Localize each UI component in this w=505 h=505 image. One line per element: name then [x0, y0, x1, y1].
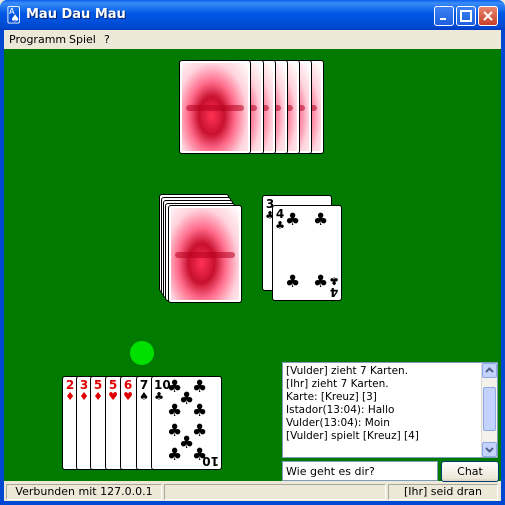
- stack-top-card[interactable]: [168, 205, 242, 303]
- minimize-button[interactable]: [434, 6, 454, 26]
- scroll-thumb[interactable]: [483, 387, 496, 431]
- chat-send-button[interactable]: Chat: [441, 461, 499, 482]
- card-rank: 4: [329, 285, 339, 299]
- status-bar: Verbunden mit 127.0.0.1 [Ihr] seid dran: [4, 482, 501, 501]
- maximize-icon: [460, 10, 472, 22]
- chevron-down-icon: [485, 447, 494, 453]
- minimize-icon: [440, 18, 446, 20]
- club-icon: ♣: [167, 401, 183, 421]
- diamond-icon: ♦: [93, 390, 103, 403]
- status-empty: [164, 484, 386, 500]
- diamond-icon: ♦: [79, 390, 89, 403]
- title-bar[interactable]: 🂡 Mau Dau Mau: [0, 0, 505, 30]
- menu-help[interactable]: ?: [104, 33, 110, 46]
- status-connection: Verbunden mit 127.0.0.1: [6, 484, 162, 500]
- discard-top-card: 4 ♣ ♣ ♣ ♣ ♣ 4 ♣: [272, 205, 342, 301]
- opponent-card: [179, 60, 251, 154]
- club-icon: ♣: [154, 390, 164, 403]
- heart-icon: ♥: [123, 390, 133, 403]
- club-icon: ♣: [329, 274, 339, 287]
- chat-scrollbar[interactable]: [481, 363, 497, 457]
- club-icon: ♣: [285, 210, 301, 230]
- club-icon: ♣: [275, 219, 285, 232]
- chat-line: [Vulder] zieht 7 Karten.: [286, 365, 409, 377]
- club-icon: ♣: [192, 377, 208, 397]
- chevron-up-icon: [485, 367, 494, 373]
- menu-spiel[interactable]: Spiel: [69, 33, 96, 46]
- close-icon: [483, 11, 493, 21]
- chat-lines: [Vulder] zieht 7 Karten. [Ihr] zieht 7 K…: [286, 365, 482, 443]
- club-icon: ♣: [285, 272, 301, 292]
- menu-bar: Programm Spiel ?: [4, 30, 501, 49]
- club-icon: ♣: [313, 272, 329, 292]
- scroll-down-button[interactable]: [482, 442, 497, 457]
- chat-line: Istador(13:04): Hallo: [286, 404, 395, 416]
- close-button[interactable]: [478, 6, 498, 26]
- card-rank: 10: [202, 454, 219, 468]
- diamond-icon: ♦: [65, 390, 75, 403]
- window-title: Mau Dau Mau: [26, 7, 126, 22]
- chat-line: [Ihr] zieht 7 Karten.: [286, 378, 389, 390]
- turn-indicator: [130, 341, 154, 365]
- club-icon: ♣: [192, 401, 208, 421]
- hand-card-6[interactable]: 10 ♣ ♣ ♣ ♣ ♣ ♣ ♣ ♣ ♣ ♣ ♣ 10: [151, 376, 222, 470]
- spade-icon: ♠: [139, 390, 149, 403]
- heart-icon: ♥: [108, 390, 118, 403]
- club-icon: ♣: [167, 445, 183, 465]
- scroll-up-button[interactable]: [482, 363, 497, 378]
- status-turn: [Ihr] seid dran: [388, 484, 498, 500]
- menu-programm[interactable]: Programm: [9, 33, 66, 46]
- club-icon: ♣: [192, 421, 208, 441]
- chat-line: Karte: [Kreuz] [3]: [286, 391, 377, 403]
- club-icon: ♣: [313, 210, 329, 230]
- chat-line: Vulder(13:04): Moin: [286, 417, 390, 429]
- chat-input[interactable]: [282, 461, 438, 481]
- maximize-button[interactable]: [456, 6, 476, 26]
- cards-icon: 🂡: [6, 6, 22, 24]
- chat-log[interactable]: [Vulder] zieht 7 Karten. [Ihr] zieht 7 K…: [282, 362, 498, 458]
- chat-line: [Vulder] spielt [Kreuz] [4]: [286, 430, 419, 442]
